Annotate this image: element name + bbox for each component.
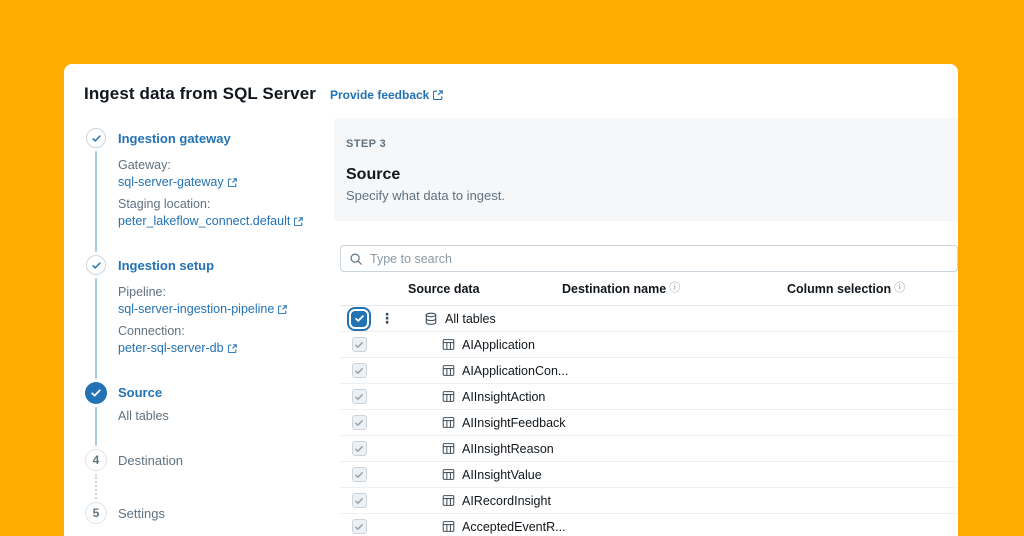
table-row[interactable]: AcceptedEventR...	[340, 514, 958, 536]
table-icon	[442, 364, 455, 377]
step-connector	[95, 407, 97, 446]
table-row[interactable]: AIInsightValue	[340, 462, 958, 488]
step-connector	[95, 151, 97, 252]
external-link-icon	[278, 304, 288, 314]
step-ingestion-setup[interactable]: Ingestion setup Pipeline: sql-server-ing…	[84, 255, 320, 382]
step-source[interactable]: Source All tables	[84, 382, 320, 449]
step-label: Source	[118, 385, 163, 400]
panel-subtitle: Specify what data to ingest.	[346, 188, 505, 203]
row-checkbox[interactable]	[351, 337, 367, 352]
search-icon	[349, 252, 363, 266]
table-row[interactable]: AIRecordInsight	[340, 488, 958, 514]
table-name: AIInsightAction	[462, 389, 546, 404]
table-row[interactable]: AIApplication	[340, 332, 958, 358]
search-input[interactable]	[370, 251, 949, 266]
row-checkbox[interactable]	[351, 415, 367, 430]
table-row[interactable]: AIInsightAction	[340, 384, 958, 410]
step-connector	[95, 278, 97, 379]
table-search-box[interactable]	[340, 245, 958, 272]
provide-feedback-label: Provide feedback	[329, 88, 430, 102]
step-complete-check-icon	[86, 128, 106, 148]
step-header-band: STEP 3 Source Specify what data to inges…	[334, 118, 958, 221]
table-name: AIApplication	[462, 337, 535, 352]
table-name: AIRecordInsight	[462, 493, 551, 508]
table-row[interactable]: AIInsightReason	[340, 436, 958, 462]
external-link-icon	[433, 90, 444, 100]
external-link-icon	[294, 216, 304, 226]
gateway-link[interactable]: sql-server-gateway	[118, 174, 237, 190]
row-checkbox[interactable]	[351, 441, 367, 456]
info-icon[interactable]: ⓘ	[669, 283, 680, 294]
info-icon[interactable]: ⓘ	[894, 283, 905, 294]
kebab-menu-icon[interactable]: ⋮	[378, 310, 394, 326]
step-label: Ingestion gateway	[118, 131, 231, 146]
row-checkbox[interactable]	[351, 467, 367, 482]
card-header: Ingest data from SQL Server Provide feed…	[64, 64, 958, 114]
step-active-check-icon	[85, 382, 107, 404]
step-settings[interactable]: 5 Settings	[84, 502, 320, 525]
step-label: Destination	[118, 453, 184, 468]
panel-title: Source	[346, 166, 401, 183]
table-name: AIInsightFeedback	[462, 415, 566, 430]
step-connector	[95, 474, 97, 499]
external-link-icon	[227, 343, 237, 353]
step-destination[interactable]: 4 Destination	[84, 449, 320, 502]
row-checkbox[interactable]	[351, 493, 367, 508]
table-header-row: Source data Destination name ⓘ Column se…	[340, 272, 958, 306]
step-complete-check-icon	[86, 255, 106, 275]
col-column-selection: Column selection	[787, 281, 892, 296]
table-icon	[442, 390, 455, 403]
all-tables-checkbox[interactable]	[347, 306, 371, 331]
table-icon	[442, 442, 455, 455]
table-name: AIInsightReason	[462, 441, 554, 456]
col-source-data: Source data	[408, 281, 480, 296]
table-icon	[442, 494, 455, 507]
step-ingestion-gateway[interactable]: Ingestion gateway Gateway: sql-server-ga…	[84, 128, 320, 255]
gateway-label: Gateway:	[118, 158, 171, 172]
pipeline-link[interactable]: sql-server-ingestion-pipeline	[118, 301, 288, 317]
col-destination-name: Destination name	[562, 281, 667, 296]
connection-link[interactable]: peter-sql-server-db	[118, 340, 237, 356]
staging-location-label: Staging location:	[118, 197, 211, 211]
table-icon	[442, 468, 455, 481]
step-number: 4	[85, 449, 107, 471]
step-source-selection: All tables	[118, 409, 169, 423]
ingest-wizard-card: Ingest data from SQL Server Provide feed…	[64, 64, 958, 536]
row-checkbox[interactable]	[351, 519, 367, 534]
staging-location-link[interactable]: peter_lakeflow_connect.default	[118, 213, 304, 229]
source-step-panel: STEP 3 Source Specify what data to inges…	[320, 114, 958, 536]
step-number: 5	[85, 502, 107, 524]
connection-label: Connection:	[118, 324, 185, 338]
table-name: AcceptedEventR...	[462, 519, 566, 534]
table-name: AIInsightValue	[462, 467, 542, 482]
source-table-rows: AIApplication AIApplicationCon... AIInsi…	[340, 332, 958, 536]
row-checkbox[interactable]	[351, 389, 367, 404]
all-tables-row[interactable]: ⋮ All tables	[340, 306, 958, 332]
pipeline-label: Pipeline:	[118, 285, 166, 299]
step-label: Ingestion setup	[118, 258, 215, 273]
all-tables-label: All tables	[445, 311, 496, 326]
external-link-icon	[227, 177, 237, 187]
step-label: Settings	[118, 506, 165, 521]
database-icon	[424, 312, 438, 326]
table-name: AIApplicationCon...	[462, 363, 569, 378]
table-icon	[442, 416, 455, 429]
table-icon	[442, 520, 455, 533]
provide-feedback-link[interactable]: Provide feedback	[329, 88, 444, 102]
page-title: Ingest data from SQL Server	[84, 84, 316, 103]
step-number-label: STEP 3	[346, 138, 387, 150]
wizard-stepper: Ingestion gateway Gateway: sql-server-ga…	[64, 114, 320, 536]
table-row[interactable]: AIInsightFeedback	[340, 410, 958, 436]
row-checkbox[interactable]	[351, 363, 367, 378]
table-icon	[442, 338, 455, 351]
table-row[interactable]: AIApplicationCon...	[340, 358, 958, 384]
